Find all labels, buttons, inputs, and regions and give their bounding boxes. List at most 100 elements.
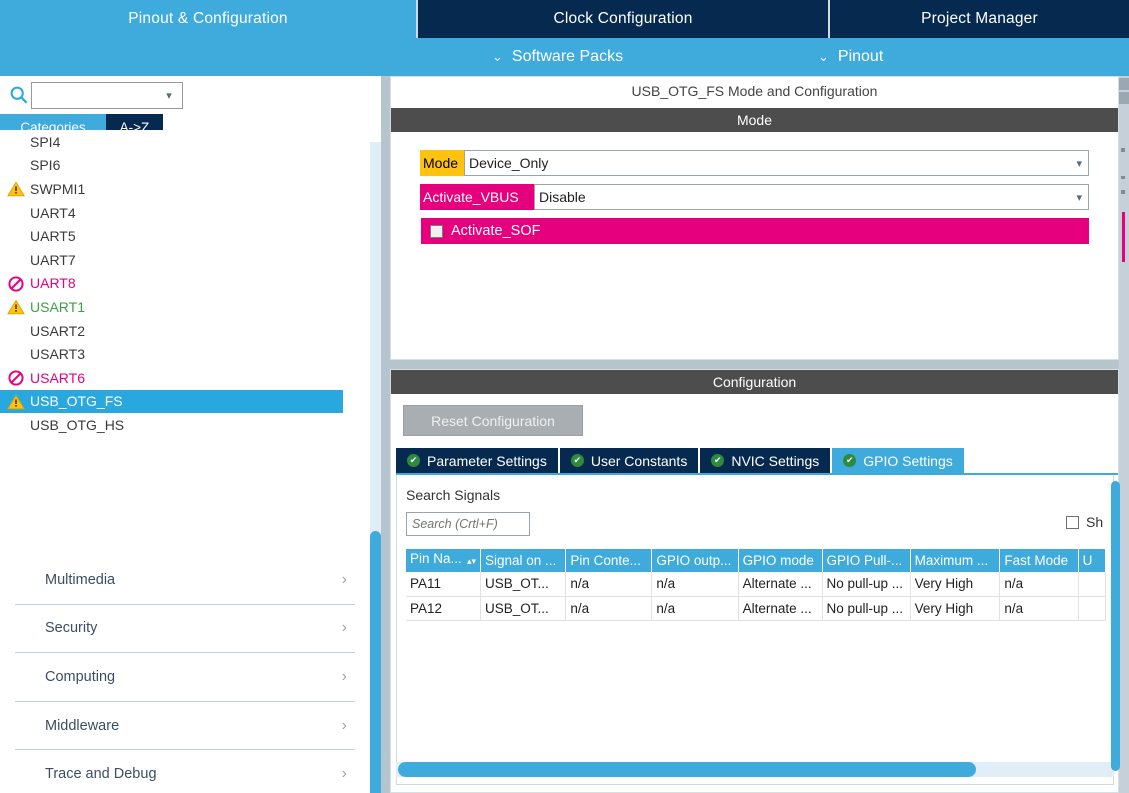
menu-pinout[interactable]: ⌄ Pinout	[818, 38, 883, 76]
gpio-col-header-6[interactable]: Maximum ...	[910, 549, 1001, 572]
chevron-right-icon: ›	[341, 570, 347, 588]
gpio-col-header-7[interactable]: Fast Mode	[999, 549, 1079, 572]
tab-gpio-settings[interactable]: ✔ GPIO Settings	[832, 448, 964, 473]
table-row[interactable]: PA11 USB_OT... n/a n/a Alternate ... No pull-…	[406, 572, 1106, 597]
gpio-col-header-1[interactable]: Signal on ...	[480, 549, 567, 572]
scroll-error-marker	[1122, 212, 1125, 262]
sort-arrows-icon[interactable]: ▴▾	[467, 551, 476, 571]
search-icon[interactable]	[9, 85, 29, 105]
mode-panel-title: USB_OTG_FS Mode and Configuration	[391, 77, 1118, 105]
activate-sof-checkbox[interactable]	[430, 224, 443, 238]
menu-software-packs[interactable]: ⌄ Software Packs	[492, 38, 623, 76]
sidebar-scrollbar-thumb[interactable]	[370, 531, 381, 793]
table-cell: PA11	[406, 572, 481, 597]
table-cell: n/a	[999, 572, 1079, 597]
peripheral-item-label: USART6	[30, 369, 85, 386]
gpio-col-header-0[interactable]: Pin Na... ▴▾	[406, 549, 481, 572]
peripheral-search-combo[interactable]: ▾	[31, 82, 183, 109]
configuration-tabs: ✔ Parameter Settings ✔ User Constants ✔ NVIC …	[396, 448, 964, 473]
warning-icon	[7, 298, 25, 316]
peripheral-item-spi6[interactable]: SPI6	[0, 154, 370, 178]
category-list: Multimedia › Security › Computing › Middleware…	[0, 556, 370, 793]
gpio-col-header-label: Maximum ...	[914, 553, 989, 568]
gpio-col-header-2[interactable]: Pin Conte...	[565, 549, 653, 572]
tab-label: Parameter Settings	[427, 452, 547, 469]
table-cell: Alternate ...	[738, 572, 823, 597]
conflict-icon	[7, 369, 25, 387]
tab-nvic-settings[interactable]: ✔ NVIC Settings	[700, 448, 831, 473]
peripheral-item-usart6[interactable]: USART6	[0, 366, 370, 390]
table-hscroll-thumb[interactable]	[398, 762, 976, 777]
activate-vbus-select[interactable]: Disable ▾	[534, 184, 1089, 210]
activate-sof-row[interactable]: Activate_SOF	[421, 218, 1089, 244]
scroll-down-arrow-icon[interactable]	[1119, 92, 1129, 104]
table-cell	[1078, 572, 1106, 597]
activate-sof-label: Activate_SOF	[451, 223, 541, 239]
category-multimedia[interactable]: Multimedia ›	[15, 556, 355, 605]
peripheral-item-uart8[interactable]: UART8	[0, 272, 370, 296]
tab-label: NVIC Settings	[731, 452, 820, 469]
peripheral-item-uart5[interactable]: UART5	[0, 224, 370, 248]
peripheral-item-usart2[interactable]: USART2	[0, 319, 370, 343]
peripheral-item-swpmi1[interactable]: SWPMI1	[0, 177, 370, 201]
show-modified-pins-checkbox[interactable]	[1066, 515, 1079, 529]
gpio-col-header-label: Pin Na...	[410, 550, 462, 566]
tab-pinout-configuration-label: Pinout & Configuration	[128, 10, 288, 27]
peripheral-item-uart4[interactable]: UART4	[0, 201, 370, 225]
scroll-up-arrow-icon[interactable]	[1119, 78, 1129, 90]
peripheral-item-label: UART4	[30, 204, 76, 221]
peripheral-item-spi4[interactable]: SPI4	[0, 130, 370, 154]
peripheral-item-label: SWPMI1	[30, 180, 86, 197]
category-label: Computing	[45, 668, 116, 685]
peripheral-list: SPI4 SPI6 SWPMI1 UART4 UART5 UART7 UART8 USART1…	[0, 130, 370, 500]
chevron-down-icon[interactable]: ▾	[157, 89, 181, 102]
window-scrollbar-track[interactable]	[1119, 76, 1129, 793]
tab-user-constants[interactable]: ✔ User Constants	[559, 448, 699, 473]
tab-project-manager[interactable]: Project Manager	[830, 0, 1129, 38]
gpio-col-header-8[interactable]: U	[1078, 549, 1106, 572]
chevron-right-icon: ›	[341, 716, 347, 734]
pane-vertical-scrollbar-thumb[interactable]	[1111, 481, 1120, 771]
mode-field-label: Mode	[420, 150, 464, 176]
category-middleware[interactable]: Middleware ›	[15, 702, 355, 751]
gpio-col-header-label: U	[1082, 553, 1093, 568]
tab-pinout-configuration[interactable]: Pinout & Configuration	[0, 0, 416, 38]
check-circle-icon: ✔	[407, 454, 420, 467]
search-input[interactable]	[35, 84, 157, 107]
chevron-down-icon: ⌄	[818, 48, 829, 64]
peripheral-item-label: UART5	[30, 228, 76, 245]
peripheral-item-label: USB_OTG_HS	[30, 416, 125, 433]
cubemx-window: Pinout & Configuration Clock Configurati…	[0, 0, 1129, 793]
check-circle-icon: ✔	[843, 454, 857, 467]
gpio-table-head: Pin Na... ▴▾ Signal on ... Pin Conte... GPIO…	[406, 549, 1106, 572]
category-security[interactable]: Security ›	[15, 605, 355, 654]
gpio-col-header-label: Fast Mode	[1004, 553, 1069, 568]
peripheral-item-usart3[interactable]: USART3	[0, 342, 370, 366]
peripheral-item-usb_otg_hs[interactable]: USB_OTG_HS	[0, 413, 370, 437]
tab-parameter-settings[interactable]: ✔ Parameter Settings	[396, 448, 558, 473]
category-trace-and-debug[interactable]: Trace and Debug ›	[15, 750, 355, 793]
peripheral-item-uart7[interactable]: UART7	[0, 248, 370, 272]
reset-configuration-button[interactable]: Reset Configuration	[403, 405, 583, 436]
chevron-right-icon: ›	[341, 765, 347, 783]
peripheral-item-label: USART3	[30, 346, 85, 363]
category-computing[interactable]: Computing ›	[15, 653, 355, 702]
tab-clock-configuration[interactable]: Clock Configuration	[418, 0, 828, 38]
mode-select[interactable]: Device_Only ▾	[464, 150, 1089, 176]
table-cell	[1078, 596, 1106, 621]
show-modified-pins-toggle[interactable]: Sh	[1066, 514, 1103, 530]
category-label: Trace and Debug	[45, 766, 157, 783]
table-row[interactable]: PA12 USB_OT... n/a n/a Alternate ... No pull-…	[406, 596, 1106, 621]
signal-search-input[interactable]	[406, 512, 530, 536]
gpio-col-header-5[interactable]: GPIO Pull-...	[822, 549, 911, 572]
table-cell: n/a	[651, 572, 739, 597]
warning-icon	[7, 393, 25, 411]
gpio-col-header-3[interactable]: GPIO outp...	[651, 549, 739, 572]
scroll-marker	[1121, 148, 1125, 152]
gpio-table-body: PA11 USB_OT... n/a n/a Alternate ... No pull-…	[406, 572, 1106, 621]
gpio-table: Pin Na... ▴▾ Signal on ... Pin Conte... GPIO…	[406, 549, 1106, 621]
peripheral-item-usb_otg_fs[interactable]: USB_OTG_FS	[0, 389, 343, 414]
peripheral-item-usart1[interactable]: USART1	[0, 295, 370, 319]
gpio-col-header-4[interactable]: GPIO mode	[738, 549, 823, 572]
peripheral-item-label: USB_OTG_FS	[30, 393, 123, 410]
